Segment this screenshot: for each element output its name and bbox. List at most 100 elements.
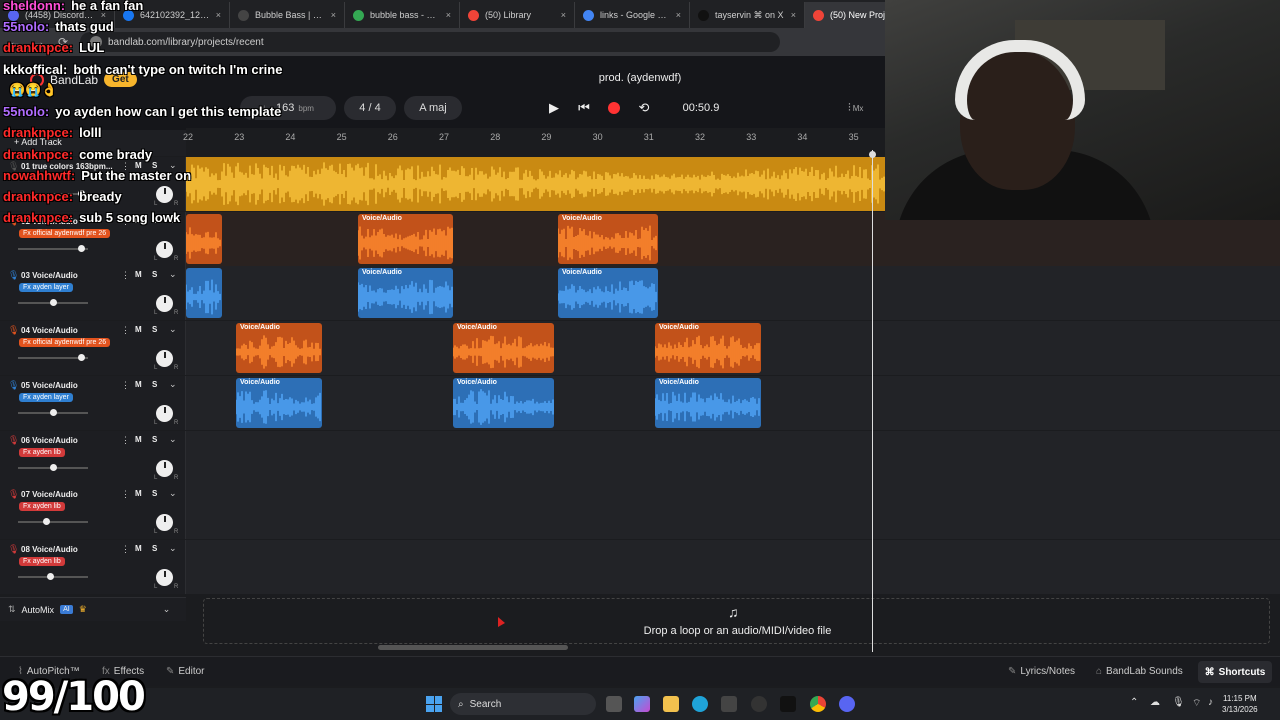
track-name[interactable]: 06 Voice/Audio: [21, 436, 78, 445]
more-options-icon[interactable]: ⋮: [121, 380, 130, 391]
microphone-icon[interactable]: 🎙: [1172, 697, 1185, 708]
track-header[interactable]: 🎙 03 Voice/Audio Fx ayden layer ⋮ M S ⌄ L R: [0, 266, 186, 321]
audio-clip[interactable]: [186, 268, 222, 319]
more-options-icon[interactable]: ⋮: [121, 544, 130, 555]
mute-button[interactable]: M: [135, 489, 142, 498]
chevron-up-icon[interactable]: ⌃: [1130, 697, 1138, 708]
more-options-icon[interactable]: ⋮: [121, 325, 130, 336]
mute-button[interactable]: M: [135, 380, 142, 389]
track-chevron-icon[interactable]: ⌄: [169, 269, 177, 280]
browser-tab[interactable]: bubble bass - Goo ×: [345, 2, 460, 28]
browser-tab[interactable]: links - Google Doc ×: [575, 2, 690, 28]
bandlab-sounds-button[interactable]: ⌂ BandLab Sounds: [1096, 666, 1183, 677]
wifi-icon[interactable]: ⌔: [1192, 697, 1201, 710]
pan-knob[interactable]: [156, 568, 173, 586]
audio-clip[interactable]: Voice/Audio: [358, 268, 453, 319]
task-view-icon[interactable]: [606, 696, 622, 712]
track-fx-badge[interactable]: Fx ayden lib: [19, 447, 65, 457]
mute-button[interactable]: M: [135, 325, 142, 334]
windows-start-icon[interactable]: [426, 696, 442, 712]
track-lane[interactable]: Voice/Audio Voice/Audio Voice/Audio: [186, 375, 1280, 430]
cloud-icon[interactable]: ☁: [1150, 697, 1160, 708]
audio-clip[interactable]: Voice/Audio: [655, 377, 761, 428]
track-fx-badge[interactable]: Fx official aydenwdf pre 26: [19, 338, 111, 348]
solo-button[interactable]: S: [152, 435, 157, 444]
volume-slider[interactable]: [18, 299, 88, 307]
track-chevron-icon[interactable]: ⌄: [169, 324, 177, 335]
audio-clip[interactable]: Voice/Audio: [558, 213, 658, 264]
volume-slider[interactable]: [18, 244, 88, 252]
volume-slider[interactable]: [18, 354, 88, 362]
record-button[interactable]: [604, 98, 624, 118]
track-header[interactable]: 🎙 08 Voice/Audio Fx ayden lib ⋮ M S ⌄ L R: [0, 539, 186, 594]
lyrics-notes-button[interactable]: ✎ Lyrics/Notes: [1008, 666, 1075, 677]
loop-icon[interactable]: ⟲: [634, 98, 654, 118]
solo-button[interactable]: S: [152, 325, 157, 334]
pan-knob[interactable]: [156, 514, 173, 532]
track-chevron-icon[interactable]: ⌄: [169, 379, 177, 390]
tab-close-icon[interactable]: ×: [446, 10, 451, 20]
solo-button[interactable]: S: [152, 270, 157, 279]
pan-knob[interactable]: [156, 459, 173, 477]
audio-clip[interactable]: Voice/Audio: [453, 377, 554, 428]
track-lane[interactable]: [186, 430, 1280, 485]
volume-slider-knob[interactable]: [43, 518, 50, 526]
audio-clip[interactable]: Voice/Audio: [358, 213, 453, 264]
volume-slider[interactable]: [18, 518, 88, 526]
copilot-icon[interactable]: [634, 696, 650, 712]
track-name[interactable]: 05 Voice/Audio: [21, 381, 78, 390]
skip-back-icon[interactable]: ⏮: [574, 98, 594, 118]
track-lane[interactable]: [186, 485, 1280, 540]
editor-button[interactable]: ✎ Editor: [166, 666, 205, 677]
track-fx-badge[interactable]: Fx ayden lib: [19, 556, 65, 566]
automix-chevron-icon[interactable]: ⌄: [163, 604, 171, 615]
volume-slider-knob[interactable]: [78, 244, 85, 252]
capcut-icon[interactable]: [780, 696, 796, 712]
track-fx-badge[interactable]: Fx ayden layer: [19, 392, 73, 402]
volume-slider-knob[interactable]: [78, 354, 85, 362]
track-name[interactable]: 03 Voice/Audio: [21, 271, 78, 280]
track-lane[interactable]: Voice/Audio Voice/Audio Voice/Audio: [186, 321, 1280, 376]
browser-tab[interactable]: (50) Library ×: [460, 2, 575, 28]
volume-slider[interactable]: [18, 408, 88, 416]
chrome-icon[interactable]: [810, 696, 826, 712]
track-chevron-icon[interactable]: ⌄: [169, 543, 177, 554]
game-app-icon[interactable]: [751, 696, 767, 712]
playhead[interactable]: [872, 150, 873, 652]
project-title[interactable]: prod. (aydenwdf): [560, 72, 720, 84]
audio-clip[interactable]: Voice/Audio: [236, 323, 322, 374]
automix-row[interactable]: ⇅ AutoMix AI ♛ ⌄: [0, 597, 186, 621]
track-chevron-icon[interactable]: ⌄: [169, 488, 177, 499]
volume-slider-knob[interactable]: [50, 408, 57, 416]
more-options-icon[interactable]: ⋮: [121, 489, 130, 500]
more-options-icon[interactable]: ⋮: [121, 270, 130, 281]
store-icon[interactable]: [721, 696, 737, 712]
audio-clip[interactable]: Voice/Audio: [453, 323, 554, 374]
time-signature-field[interactable]: 4 / 4: [344, 96, 396, 120]
pan-knob[interactable]: [156, 350, 173, 368]
mute-button[interactable]: M: [135, 270, 142, 279]
pan-knob[interactable]: [156, 295, 173, 313]
track-name[interactable]: 08 Voice/Audio: [21, 545, 78, 554]
tab-close-icon[interactable]: ×: [331, 10, 336, 20]
track-name[interactable]: 04 Voice/Audio: [21, 326, 78, 335]
browser-tab[interactable]: tayservin ⌘ on X ×: [690, 2, 805, 28]
taskbar-search[interactable]: ⌕ Search: [450, 693, 596, 715]
key-field[interactable]: A maj: [404, 96, 462, 120]
solo-button[interactable]: S: [152, 489, 157, 498]
mute-button[interactable]: M: [135, 544, 142, 553]
track-fx-badge[interactable]: Fx ayden layer: [19, 283, 73, 293]
file-explorer-icon[interactable]: [663, 696, 679, 712]
play-icon[interactable]: ▶: [544, 98, 564, 118]
horizontal-scrollbar[interactable]: [378, 645, 568, 650]
audio-clip[interactable]: Voice/Audio: [558, 268, 658, 319]
tab-close-icon[interactable]: ×: [676, 10, 681, 20]
track-header[interactable]: 🎙 05 Voice/Audio Fx ayden layer ⋮ M S ⌄ L R: [0, 375, 186, 430]
audio-clip[interactable]: Voice/Audio: [655, 323, 761, 374]
audio-clip[interactable]: Voice/Audio: [236, 377, 322, 428]
solo-button[interactable]: S: [152, 380, 157, 389]
track-lane[interactable]: Voice/Audio Voice/Audio: [186, 266, 1280, 321]
track-header[interactable]: 🎙 07 Voice/Audio Fx ayden lib ⋮ M S ⌄ L R: [0, 485, 186, 540]
volume-slider[interactable]: [18, 463, 88, 471]
solo-button[interactable]: S: [152, 544, 157, 553]
